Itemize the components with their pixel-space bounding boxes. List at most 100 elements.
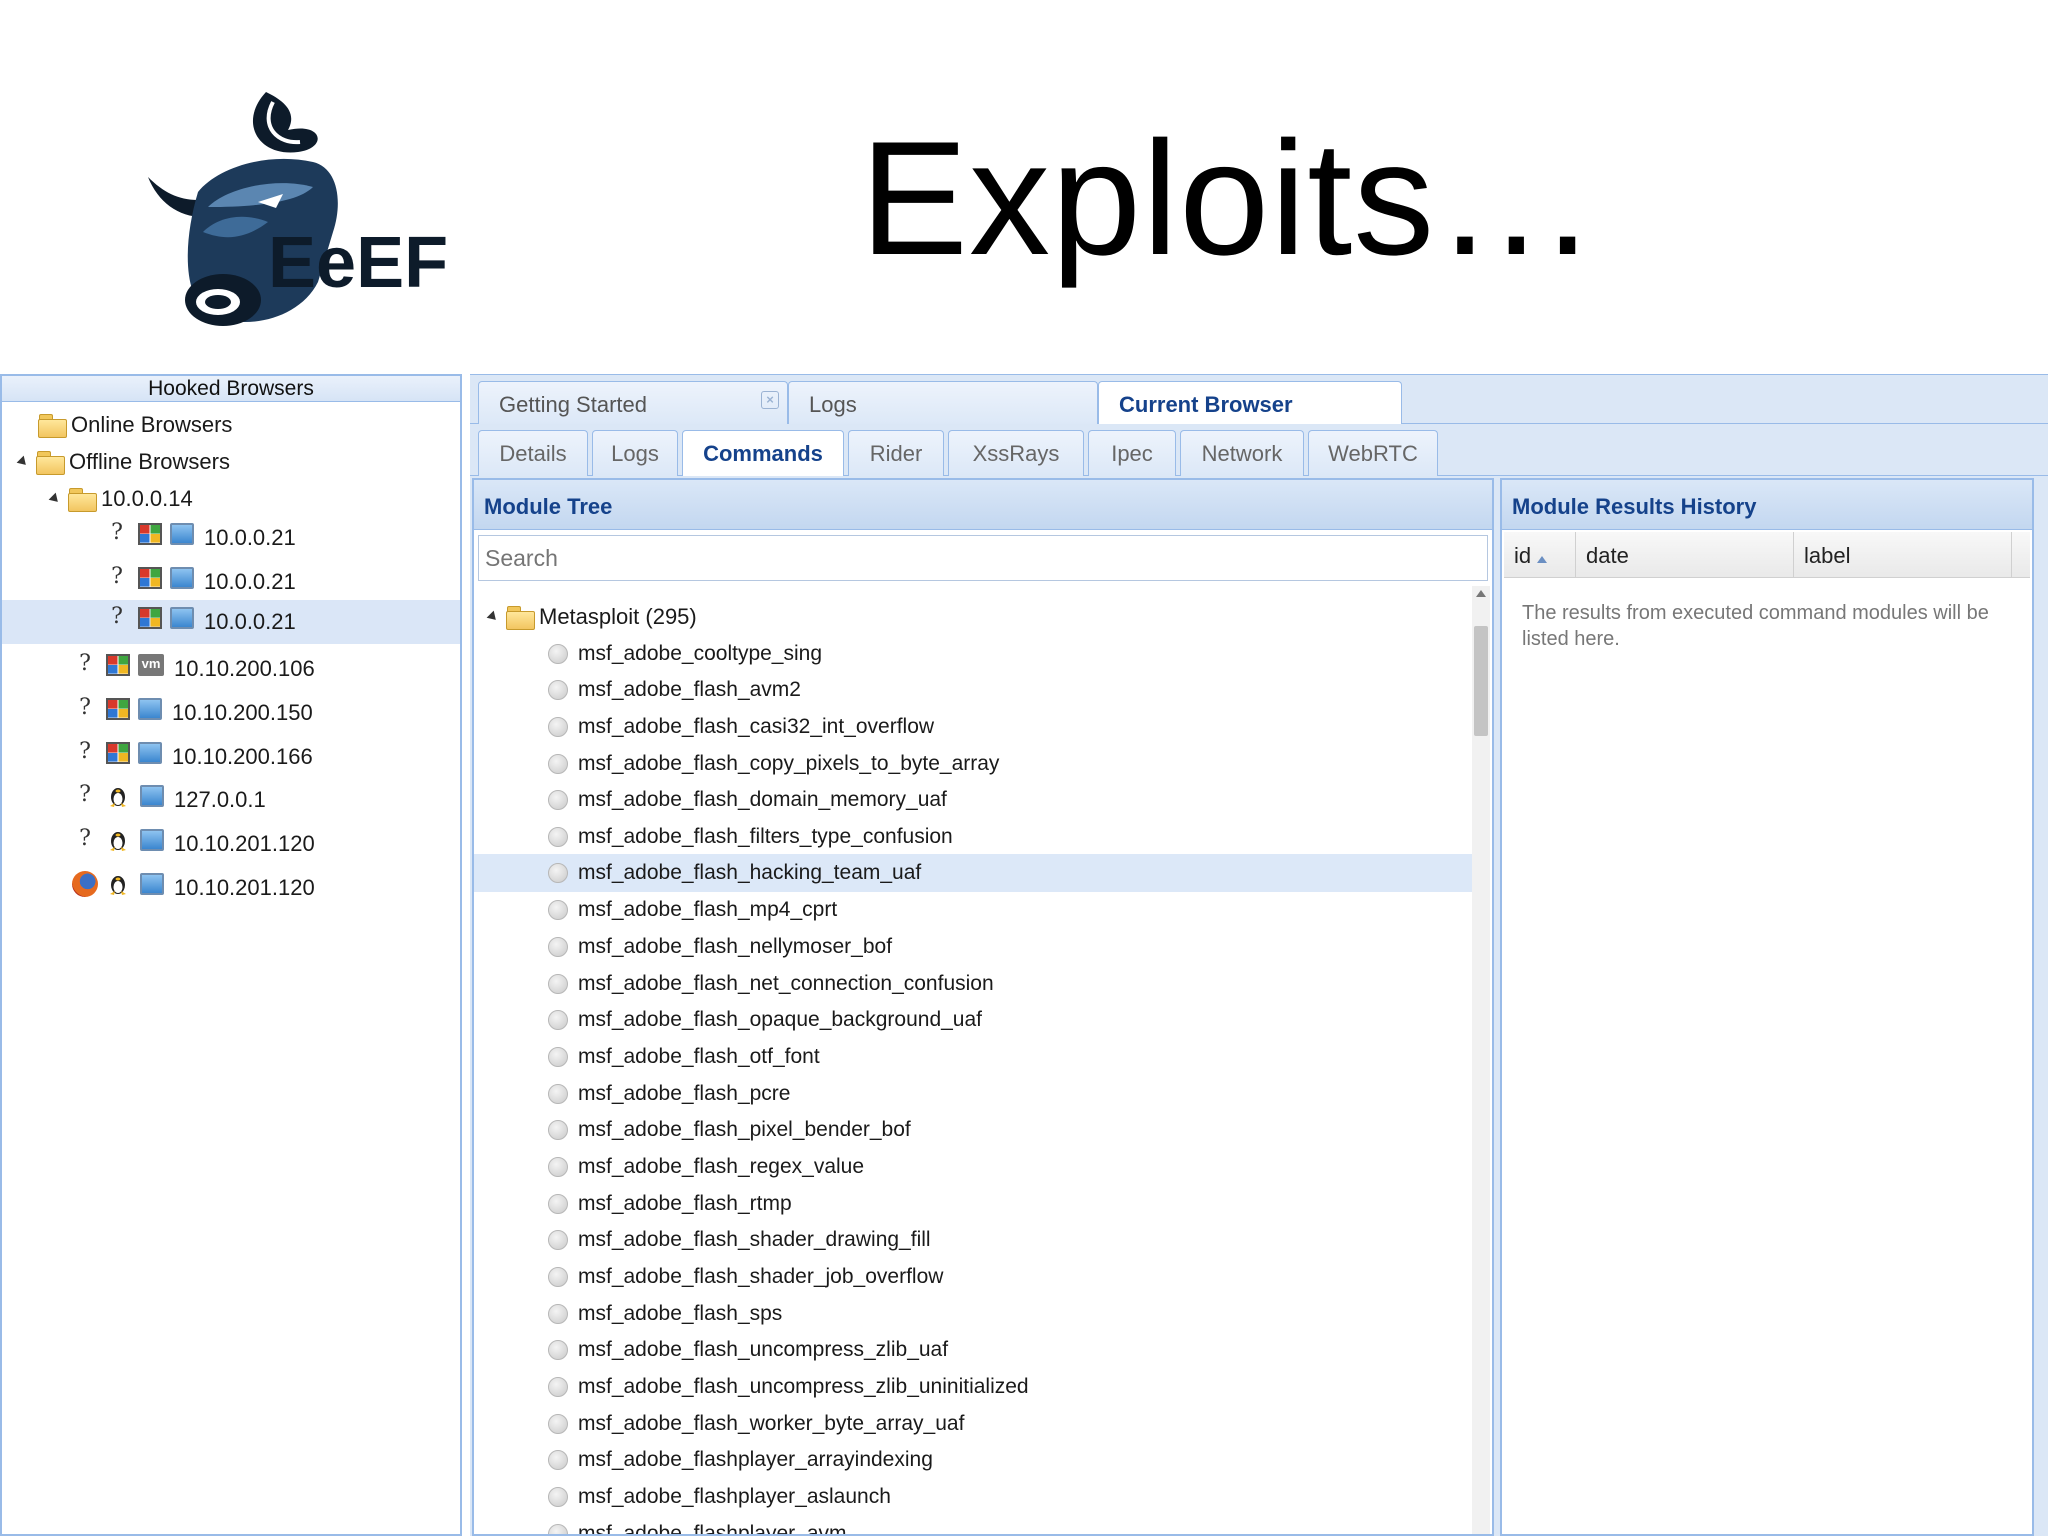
- tab-network[interactable]: Network: [1180, 430, 1304, 476]
- unknown-browser-icon: ?: [79, 694, 91, 720]
- module-item[interactable]: msf_adobe_flashplayer_avm: [474, 1516, 1474, 1534]
- browser-ip: 10.10.200.150: [172, 700, 313, 725]
- module-item[interactable]: msf_adobe_flash_mp4_cprt: [474, 892, 1474, 928]
- panel-title: Module Tree: [474, 480, 1492, 530]
- module-item[interactable]: msf_adobe_flashplayer_aslaunch: [474, 1479, 1474, 1515]
- module-item[interactable]: msf_adobe_flash_regex_value: [474, 1149, 1474, 1185]
- column-header-date[interactable]: date: [1576, 532, 1794, 578]
- tab-logs[interactable]: Logs: [788, 381, 1098, 425]
- tab-getting-started[interactable]: Getting Started ×: [478, 381, 788, 425]
- browser-ip: 127.0.0.1: [174, 787, 266, 812]
- hooked-browser-item[interactable]: ? 10.0.0.21: [2, 517, 460, 559]
- tab-webrtc[interactable]: WebRTC: [1308, 430, 1438, 476]
- module-label: msf_adobe_flash_pcre: [578, 1082, 791, 1105]
- slide-title: Exploits…: [860, 108, 1599, 289]
- module-item[interactable]: msf_adobe_flash_filters_type_confusion: [474, 819, 1474, 855]
- expand-arrow-icon[interactable]: [486, 610, 500, 624]
- hooked-browser-item[interactable]: ? 10.10.200.166: [2, 736, 460, 778]
- module-item[interactable]: msf_adobe_flash_casi32_int_overflow: [474, 709, 1474, 745]
- hooked-browser-item[interactable]: ? 10.0.0.21: [2, 561, 460, 603]
- browser-ip: 10.10.201.120: [174, 875, 315, 900]
- module-item[interactable]: msf_adobe_flash_uncompress_zlib_uninitia…: [474, 1369, 1474, 1405]
- module-item-selected[interactable]: msf_adobe_flash_hacking_team_uaf: [474, 854, 1474, 892]
- tab-current-browser[interactable]: Current Browser: [1098, 381, 1402, 426]
- folder-icon: [36, 451, 65, 475]
- tab-xssrays[interactable]: XssRays: [948, 430, 1084, 476]
- tree-node-domain-group[interactable]: 10.0.0.14: [2, 478, 460, 520]
- module-item[interactable]: msf_adobe_cooltype_sing: [474, 636, 1474, 672]
- tree-node-online-browsers[interactable]: Online Browsers: [2, 404, 460, 446]
- tree-node-metasploit[interactable]: Metasploit (295): [486, 600, 697, 634]
- unknown-browser-icon: ?: [111, 519, 123, 545]
- tab-label: Commands: [703, 441, 823, 466]
- module-tree-panel: Module Tree Metasploit (295) msf_adobe_c…: [472, 478, 1494, 1536]
- module-item[interactable]: msf_adobe_flash_otf_font: [474, 1039, 1474, 1075]
- module-item[interactable]: msf_adobe_flash_net_connection_confusion: [474, 966, 1474, 1002]
- module-tree-list: Metasploit (295) msf_adobe_cooltype_sing…: [474, 586, 1474, 1534]
- hooked-browser-item[interactable]: ? 10.10.201.120: [2, 823, 460, 865]
- module-label: msf_adobe_flash_copy_pixels_to_byte_arra…: [578, 752, 1000, 775]
- tab-rider[interactable]: Rider: [848, 430, 944, 476]
- tab-label: Details: [499, 441, 567, 466]
- module-bullet-icon: [548, 827, 568, 847]
- module-item[interactable]: msf_adobe_flash_avm2: [474, 672, 1474, 708]
- hooked-browser-item[interactable]: ? 127.0.0.1: [2, 779, 460, 821]
- module-item[interactable]: msf_adobe_flash_shader_job_overflow: [474, 1259, 1474, 1295]
- column-header-id[interactable]: id: [1504, 532, 1576, 578]
- scrollbar-thumb[interactable]: [1474, 626, 1488, 736]
- column-header-label[interactable]: label: [1794, 532, 2012, 578]
- module-item[interactable]: msf_adobe_flashplayer_arrayindexing: [474, 1442, 1474, 1478]
- browser-ip: 10.0.0.21: [204, 609, 296, 634]
- module-label: msf_adobe_flashplayer_arrayindexing: [578, 1448, 933, 1471]
- windows-icon: [138, 567, 162, 589]
- module-item[interactable]: msf_adobe_flash_uncompress_zlib_uaf: [474, 1332, 1474, 1368]
- desktop-icon: [140, 873, 164, 895]
- close-icon[interactable]: ×: [761, 391, 779, 409]
- hooked-browser-item[interactable]: 10.10.201.120: [2, 867, 460, 909]
- module-bullet-icon: [548, 1010, 568, 1030]
- module-item[interactable]: msf_adobe_flash_sps: [474, 1296, 1474, 1332]
- module-item[interactable]: msf_adobe_flash_copy_pixels_to_byte_arra…: [474, 746, 1474, 782]
- desktop-icon: [170, 607, 194, 629]
- unknown-browser-icon: ?: [79, 825, 91, 851]
- module-bullet-icon: [548, 937, 568, 957]
- tab-commands[interactable]: Commands: [682, 430, 844, 477]
- windows-icon: [106, 654, 130, 676]
- tab-ipec[interactable]: Ipec: [1088, 430, 1176, 476]
- module-item[interactable]: msf_adobe_flash_worker_byte_array_uaf: [474, 1406, 1474, 1442]
- beef-logo: EeEF: [148, 92, 448, 326]
- module-item[interactable]: msf_adobe_flash_rtmp: [474, 1186, 1474, 1222]
- module-label: msf_adobe_flash_filters_type_confusion: [578, 825, 953, 848]
- sort-ascending-icon: [1537, 556, 1548, 563]
- desktop-icon: [170, 567, 194, 589]
- tab-details[interactable]: Details: [478, 430, 588, 476]
- expand-arrow-icon[interactable]: [48, 492, 62, 506]
- tab-label: Logs: [611, 441, 659, 466]
- module-label: msf_adobe_flash_rtmp: [578, 1192, 792, 1215]
- module-item[interactable]: msf_adobe_flash_pixel_bender_bof: [474, 1112, 1474, 1148]
- module-item[interactable]: msf_adobe_flash_pcre: [474, 1076, 1474, 1112]
- hooked-browser-item-selected[interactable]: ? 10.0.0.21: [2, 600, 460, 644]
- hooked-browser-item[interactable]: ? 10.10.200.150: [2, 692, 460, 734]
- browser-ip: 10.0.0.21: [204, 569, 296, 594]
- scroll-up-arrow-icon[interactable]: [1476, 590, 1486, 597]
- tree-node-offline-browsers[interactable]: Offline Browsers: [2, 441, 460, 483]
- linux-icon: [110, 788, 126, 807]
- module-item[interactable]: msf_adobe_flash_nellymoser_bof: [474, 929, 1474, 965]
- module-bullet-icon: [548, 1230, 568, 1250]
- tree-node-label: Online Browsers: [71, 412, 233, 437]
- module-bullet-icon: [548, 1157, 568, 1177]
- expand-arrow-icon[interactable]: [16, 455, 30, 469]
- module-label: msf_adobe_flash_worker_byte_array_uaf: [578, 1412, 965, 1435]
- module-item[interactable]: msf_adobe_flash_opaque_background_uaf: [474, 1002, 1474, 1038]
- tab-logs-sub[interactable]: Logs: [592, 430, 678, 476]
- module-search-input[interactable]: [478, 535, 1488, 581]
- module-item[interactable]: msf_adobe_flash_domain_memory_uaf: [474, 782, 1474, 818]
- hooked-browser-item[interactable]: ? vm 10.10.200.106: [2, 648, 460, 690]
- browser-ip: 10.10.200.166: [172, 744, 313, 769]
- module-label: msf_adobe_cooltype_sing: [578, 642, 823, 665]
- module-tree-scrollbar[interactable]: [1472, 586, 1490, 1534]
- module-bullet-icon: [548, 644, 568, 664]
- module-item[interactable]: msf_adobe_flash_shader_drawing_fill: [474, 1222, 1474, 1258]
- module-bullet-icon: [548, 900, 568, 920]
